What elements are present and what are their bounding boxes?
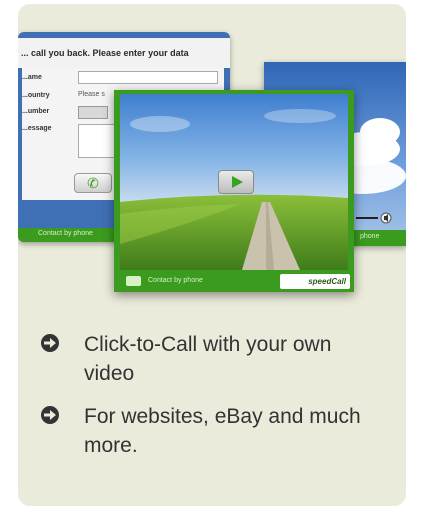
list-item: For websites, eBay and much more. — [40, 402, 380, 460]
cloud-image — [360, 118, 400, 146]
name-field[interactable] — [78, 71, 218, 84]
right-arrow-circle-icon — [41, 406, 59, 424]
camera-icon — [126, 276, 141, 286]
play-icon — [232, 176, 243, 188]
video-footer-text: Contact by phone — [148, 277, 203, 284]
call-button[interactable]: ✆ — [74, 173, 112, 193]
feature-text: Click-to-Call with your own video — [84, 333, 332, 385]
list-item: Click-to-Call with your own video — [40, 330, 380, 388]
message-label: ...essage — [22, 125, 52, 132]
speedcall-logo: speedCall — [280, 274, 350, 289]
volume-icon[interactable] — [356, 212, 394, 224]
country-select[interactable]: Please s — [78, 91, 105, 98]
right-arrow-circle-icon — [41, 334, 59, 352]
feature-list: Click-to-Call with your own video For we… — [40, 330, 380, 474]
phone-icon: ✆ — [87, 175, 99, 191]
number-prefix-select[interactable] — [78, 106, 108, 119]
form-header: ... call you back. Please enter your dat… — [18, 38, 230, 68]
feature-text: For websites, eBay and much more. — [84, 405, 361, 457]
promo-card: ... call you back. Please enter your dat… — [18, 4, 406, 506]
video-preview[interactable] — [120, 94, 348, 270]
sky-footer-text: phone — [360, 233, 380, 240]
video-call-window: Contact by phone speedCall — [114, 90, 354, 292]
video-footer: Contact by phone speedCall — [114, 272, 354, 292]
number-label: ...umber — [22, 108, 50, 115]
country-label: ...ountry — [22, 92, 50, 99]
form-footer-text: Contact by phone — [38, 230, 93, 237]
play-button[interactable] — [218, 170, 254, 194]
name-label: ...ame — [22, 74, 42, 81]
